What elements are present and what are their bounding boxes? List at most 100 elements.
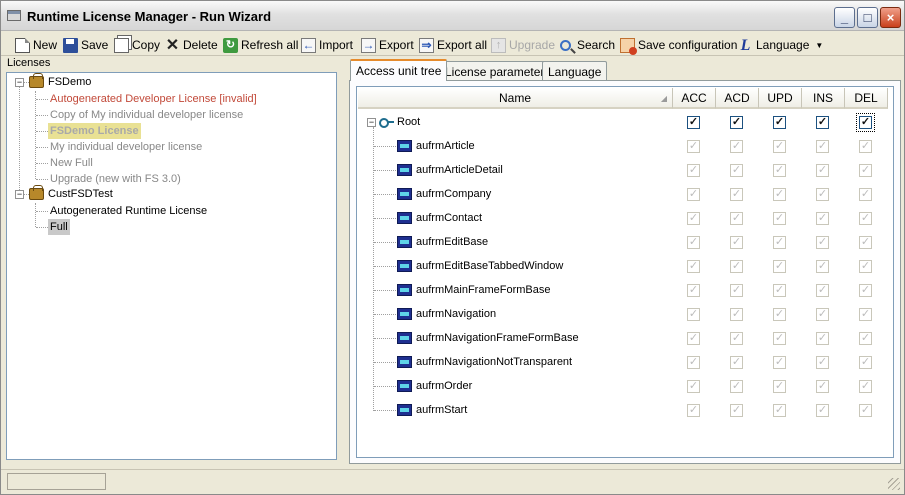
collapse-toggle-root[interactable]: − [367,118,376,127]
grid-row-root[interactable]: − Root ✓ ✓ ✓ ✓ ✓ [357,110,893,134]
checkbox-del[interactable]: ✓ [856,113,875,132]
checkbox-acd[interactable]: ✓ [730,380,743,393]
checkbox-acc[interactable]: ✓ [687,140,700,153]
checkbox-del[interactable]: ✓ [859,188,872,201]
checkbox-upd[interactable]: ✓ [773,188,786,201]
tab-license-parameters[interactable]: License parameters [439,61,557,81]
grid-row[interactable]: aufrmEditBase ✓ ✓ ✓ ✓ ✓ [357,230,893,254]
checkbox-acd[interactable]: ✓ [730,188,743,201]
grid-row[interactable]: aufrmEditBaseTabbedWindow ✓ ✓ ✓ ✓ ✓ [357,254,893,278]
checkbox-acc[interactable]: ✓ [687,380,700,393]
tree-group-fsdemo[interactable]: FSDemo [29,73,91,90]
checkbox-ins[interactable]: ✓ [816,356,829,369]
checkbox-acc[interactable]: ✓ [687,332,700,345]
checkbox-acd[interactable]: ✓ [730,236,743,249]
checkbox-ins[interactable]: ✓ [816,164,829,177]
checkbox-upd[interactable]: ✓ [773,404,786,417]
checkbox-acd[interactable]: ✓ [730,332,743,345]
checkbox-del[interactable]: ✓ [859,284,872,297]
checkbox-del[interactable]: ✓ [859,236,872,249]
checkbox-del[interactable]: ✓ [859,308,872,321]
checkbox-acd[interactable]: ✓ [730,164,743,177]
column-header-upd[interactable]: UPD [759,88,802,109]
search-button[interactable]: Search [560,36,615,54]
checkbox-acc[interactable]: ✓ [687,236,700,249]
tree-group-custfsdtest[interactable]: CustFSDTest [29,185,113,202]
checkbox-del[interactable]: ✓ [859,140,872,153]
license-item[interactable]: Autogenerated Developer License [invalid… [50,91,257,107]
column-header-acc[interactable]: ACC [673,88,716,109]
grid-row[interactable]: aufrmArticle ✓ ✓ ✓ ✓ ✓ [357,134,893,158]
export-button[interactable]: → Export [361,36,414,54]
checkbox-upd[interactable]: ✓ [773,308,786,321]
checkbox-acc[interactable]: ✓ [687,260,700,273]
checkbox-del[interactable]: ✓ [859,212,872,225]
save-button[interactable]: Save [63,36,108,54]
column-header-acd[interactable]: ACD [716,88,759,109]
checkbox-upd[interactable]: ✓ [773,236,786,249]
column-header-name[interactable]: Name ◢ [358,88,673,109]
language-dropdown[interactable]: L Language ▼ [738,36,824,54]
checkbox-ins[interactable]: ✓ [816,212,829,225]
checkbox-upd[interactable]: ✓ [773,140,786,153]
license-tree[interactable]: − FSDemo Autogenerated Developer License… [6,72,337,460]
checkbox-del[interactable]: ✓ [859,332,872,345]
refresh-all-button[interactable]: ↻ Refresh all [223,36,298,54]
checkbox-acd[interactable]: ✓ [730,212,743,225]
checkbox-acd[interactable]: ✓ [730,140,743,153]
checkbox-acc[interactable]: ✓ [687,404,700,417]
checkbox-del[interactable]: ✓ [859,356,872,369]
grid-row[interactable]: aufrmNavigationFrameFormBase ✓ ✓ ✓ ✓ ✓ [357,326,893,350]
license-item[interactable]: Copy of My individual developer license [50,107,243,123]
checkbox-acd[interactable]: ✓ [730,116,743,129]
import-button[interactable]: ← Import [301,36,353,54]
checkbox-upd[interactable]: ✓ [773,212,786,225]
checkbox-upd[interactable]: ✓ [773,356,786,369]
license-item-highlighted[interactable]: Full [48,219,70,235]
checkbox-ins[interactable]: ✓ [816,332,829,345]
checkbox-ins[interactable]: ✓ [816,188,829,201]
checkbox-acc[interactable]: ✓ [687,284,700,297]
delete-button[interactable]: ✕ Delete [165,36,218,54]
grid-row[interactable]: aufrmArticleDetail ✓ ✓ ✓ ✓ ✓ [357,158,893,182]
checkbox-upd[interactable]: ✓ [773,332,786,345]
collapse-toggle-fsdemo[interactable]: − [15,78,24,87]
checkbox-acc[interactable]: ✓ [687,116,700,129]
grid-row[interactable]: aufrmNavigationNotTransparent ✓ ✓ ✓ ✓ ✓ [357,350,893,374]
checkbox-acc[interactable]: ✓ [687,356,700,369]
checkbox-del[interactable]: ✓ [859,260,872,273]
license-item[interactable]: New Full [50,155,93,171]
checkbox-acc[interactable]: ✓ [687,164,700,177]
checkbox-ins[interactable]: ✓ [816,308,829,321]
new-button[interactable]: New [15,36,57,54]
license-item[interactable]: My individual developer license [50,139,202,155]
minimize-button[interactable]: _ [834,7,855,28]
checkbox-del[interactable]: ✓ [859,164,872,177]
save-configuration-button[interactable]: Save configuration [620,36,737,55]
checkbox-upd[interactable]: ✓ [773,260,786,273]
grid-row[interactable]: aufrmContact ✓ ✓ ✓ ✓ ✓ [357,206,893,230]
grid-row[interactable]: aufrmOrder ✓ ✓ ✓ ✓ ✓ [357,374,893,398]
grid-row[interactable]: aufrmStart ✓ ✓ ✓ ✓ ✓ [357,398,893,422]
upgrade-button[interactable]: ↑ Upgrade [491,36,555,54]
checkbox-acd[interactable]: ✓ [730,284,743,297]
tab-access-unit-tree[interactable]: Access unit tree [350,59,448,81]
grid-row[interactable]: aufrmCompany ✓ ✓ ✓ ✓ ✓ [357,182,893,206]
checkbox-del[interactable]: ✓ [859,380,872,393]
checkbox-del[interactable]: ✓ [859,404,872,417]
copy-button[interactable]: Copy [114,36,160,54]
column-header-del[interactable]: DEL [845,88,888,109]
checkbox-upd[interactable]: ✓ [773,284,786,297]
access-unit-grid[interactable]: Name ◢ ACC ACD UPD INS DEL − Root ✓ ✓ ✓ ✓… [356,86,894,458]
checkbox-acc[interactable]: ✓ [687,212,700,225]
grid-row[interactable]: aufrmMainFrameFormBase ✓ ✓ ✓ ✓ ✓ [357,278,893,302]
checkbox-ins[interactable]: ✓ [816,236,829,249]
checkbox-upd[interactable]: ✓ [773,116,786,129]
checkbox-acc[interactable]: ✓ [687,308,700,321]
close-button[interactable]: × [880,7,901,28]
checkbox-acc[interactable]: ✓ [687,188,700,201]
column-header-ins[interactable]: INS [802,88,845,109]
collapse-toggle-custfsdtest[interactable]: − [15,190,24,199]
grid-row[interactable]: aufrmNavigation ✓ ✓ ✓ ✓ ✓ [357,302,893,326]
license-item-selected[interactable]: FSDemo License [48,123,141,139]
